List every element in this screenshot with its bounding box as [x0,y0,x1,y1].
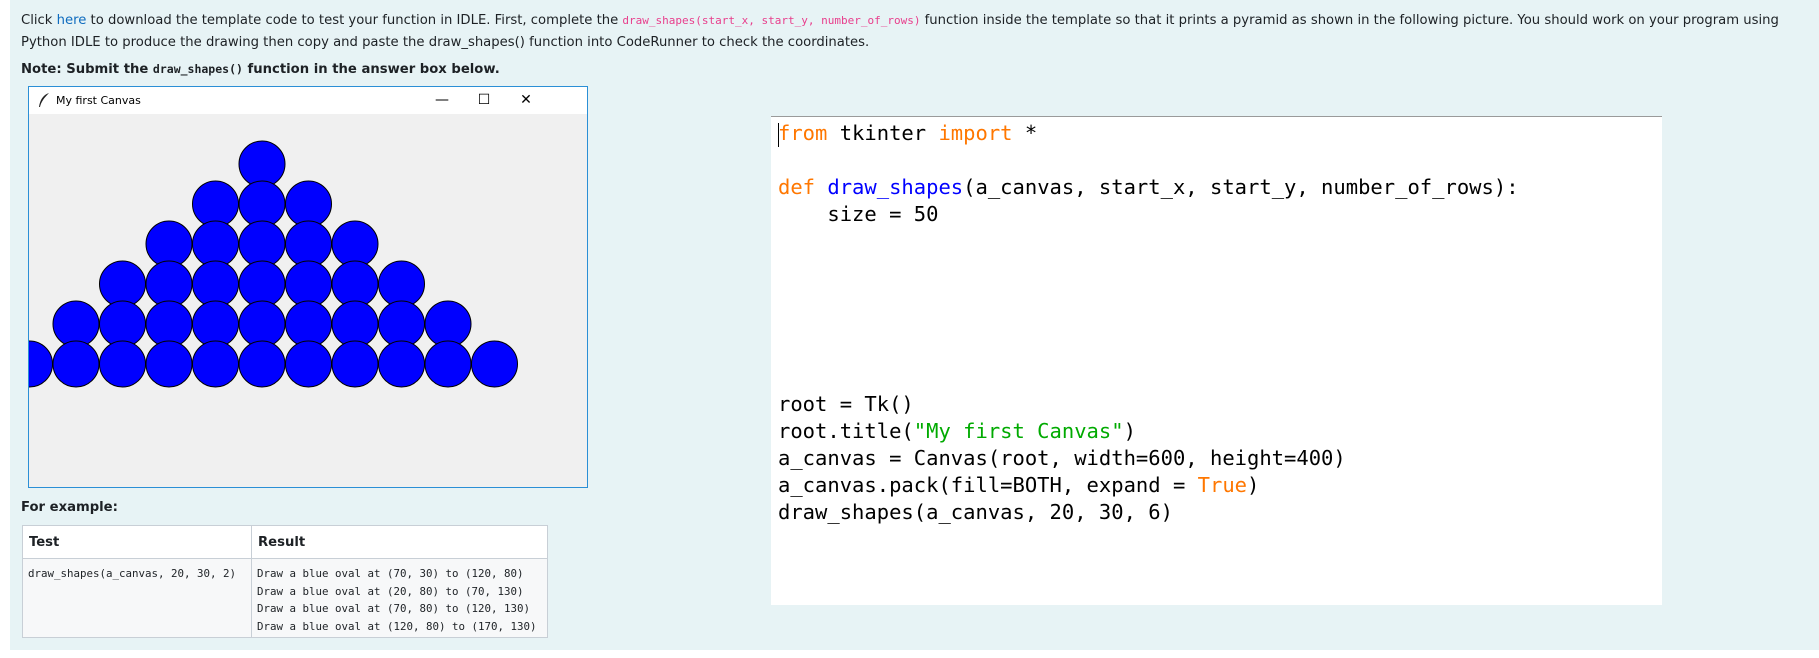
tk-window-title: My first Canvas [56,94,141,107]
function-signature: draw_shapes(start_x, start_y, number_of_… [622,14,921,27]
download-link[interactable]: here [57,13,87,28]
blue-circle [238,260,286,308]
code-line-7: a_canvas.pack(fill=BOTH, expand = True) [778,473,1259,497]
blue-circle [52,300,100,348]
submission-note: Note: Submit the draw_shapes() function … [21,58,500,81]
blue-circle [6,340,53,388]
blue-circle [192,300,239,348]
code-text: ) [1123,419,1136,443]
code-editor-screenshot: from tkinter import * def draw_shapes(a_… [771,116,1662,605]
intro-text-2: to download the template code to test yo… [86,13,623,28]
blue-circle [145,300,193,348]
code-text: root.title( [778,419,914,443]
note-code: draw_shapes() [152,62,243,76]
blue-circle [331,260,379,308]
blue-circle [192,260,239,308]
blue-circle [331,340,379,388]
blue-circle [238,180,286,228]
test-cell: draw_shapes(a_canvas, 20, 30, 2) [22,558,252,638]
code-line-1: from tkinter import * [778,121,1037,145]
maximize-icon: ☐ [477,92,491,108]
blue-circle [285,260,332,308]
note-suffix: function in the answer box below. [242,62,500,77]
code-line-6: a_canvas = Canvas(root, width=600, heigh… [778,446,1346,470]
blue-circle [192,220,239,268]
code-line-2: def draw_shapes(a_canvas, start_x, start… [778,175,1519,199]
keyword-from: from [778,121,828,145]
blue-circle [378,300,425,348]
note-prefix: Note: Submit the [21,62,153,77]
blue-circle [145,340,193,388]
close-icon: ✕ [520,92,532,108]
code-text: a_canvas.pack(fill=BOTH, expand = [778,473,1198,497]
blue-circle [285,180,332,228]
table-row: draw_shapes(a_canvas, 20, 30, 2) Draw a … [22,558,548,638]
blue-circle [285,300,332,348]
blue-circle [145,260,193,308]
keyword-def: def [778,175,816,199]
blue-circle [238,140,286,188]
blue-circle [424,340,472,388]
blue-circle [238,300,286,348]
feather-icon [39,93,49,107]
blue-circle [52,340,100,388]
table-header-row: Test Result [22,525,548,559]
pyramid-drawing [6,140,518,388]
column-header-test: Test [22,525,252,559]
blue-circle [471,340,518,388]
blue-circle [145,220,193,268]
code-text: tkinter [827,121,939,145]
tk-titlebar: My first Canvas — ☐ ✕ [29,87,587,114]
tk-window-screenshot: My first Canvas — ☐ ✕ [6,86,588,488]
minimize-icon: — [435,92,449,108]
example-table: Test Result draw_shapes(a_canvas, 20, 30… [22,525,548,638]
tk-canvas [6,114,587,487]
keyword-import: import [938,121,1013,145]
blue-circle [285,220,332,268]
blue-circle [285,340,332,388]
code-text: ) [1247,473,1260,497]
code-line-4: root = Tk() [778,392,914,416]
blue-circle [424,300,472,348]
result-cell: Draw a blue oval at (70, 30) to (120, 80… [251,558,548,638]
blue-circle [99,300,146,348]
blue-circle [378,340,425,388]
blue-circle [99,340,146,388]
blue-circle [378,260,425,308]
column-header-result: Result [251,525,548,559]
question-text: Click here to download the template code… [21,10,1811,54]
code-line-8: draw_shapes(a_canvas, 20, 30, 6) [778,500,1173,524]
blue-circle [331,220,379,268]
example-heading: For example: [21,500,118,515]
code-line-5: root.title("My first Canvas") [778,419,1136,443]
blue-circle [238,220,286,268]
code-line-3: size = 50 [778,202,939,226]
blue-circle [99,260,146,308]
blue-circle [192,340,239,388]
code-text: * [1012,121,1038,145]
code-text: (a_canvas, start_x, start_y, number_of_r… [963,175,1519,199]
intro-text-1: Click [21,13,57,28]
blue-circle [192,180,239,228]
string-literal: "My first Canvas" [913,419,1124,443]
function-name: draw_shapes [827,175,964,199]
blue-circle [331,300,379,348]
keyword-true: True [1197,473,1248,497]
blue-circle [238,340,286,388]
